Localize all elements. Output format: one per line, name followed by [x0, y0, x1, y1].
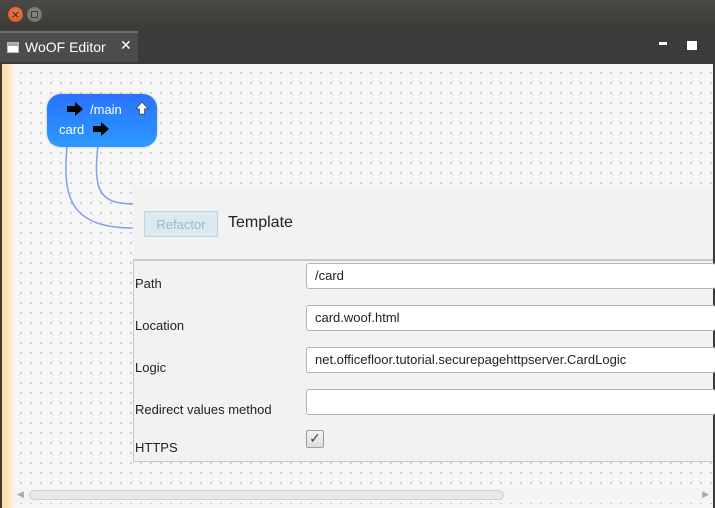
template-properties-panel: Refactor Template Path /card Location ca…: [133, 186, 715, 462]
link-line-main: [95, 136, 135, 205]
scrollbar-thumb[interactable]: [29, 490, 504, 500]
path-field[interactable]: /card: [306, 263, 715, 289]
template-node-card[interactable]: /main card: [47, 94, 157, 147]
location-label: Location: [135, 318, 185, 333]
node-url-label: /main: [90, 102, 122, 117]
horizontal-scrollbar[interactable]: ◀ ▶: [14, 487, 713, 503]
logic-field[interactable]: net.officefloor.tutorial.securepagehttps…: [306, 347, 715, 373]
redirect-values-method-label: Redirect values method: [135, 402, 272, 417]
properties-form: Path /card Location card.woof.html Logic…: [133, 261, 715, 462]
inherit-up-arrow-icon[interactable]: [134, 101, 150, 115]
https-checkbox[interactable]: ✓: [306, 430, 324, 448]
redirect-values-method-field[interactable]: [306, 389, 715, 415]
input-arrow-icon[interactable]: [67, 102, 83, 116]
node-name-label: card: [59, 122, 85, 137]
panel-title: Template: [228, 214, 293, 231]
output-arrow-icon[interactable]: [93, 122, 109, 136]
logic-label: Logic: [135, 360, 167, 375]
path-label: Path: [135, 276, 162, 291]
location-field[interactable]: card.woof.html: [306, 305, 715, 331]
panel-header: Refactor Template: [133, 186, 713, 261]
refactor-button[interactable]: Refactor: [144, 211, 218, 237]
scroll-right-icon[interactable]: ▶: [702, 490, 709, 500]
https-label: HTTPS: [135, 440, 178, 455]
scroll-left-icon[interactable]: ◀: [17, 490, 24, 500]
